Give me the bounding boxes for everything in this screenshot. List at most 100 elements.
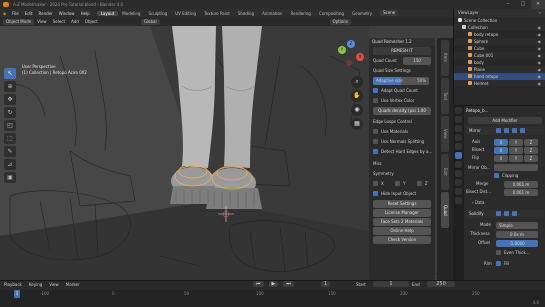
jump-start-button[interactable]: ⏮: [253, 281, 264, 287]
tab-tool-props[interactable]: [455, 107, 462, 114]
reset-settings-button[interactable]: Reset Settings: [373, 200, 431, 208]
tab-quad-remesher[interactable]: Quad: [441, 192, 449, 228]
bisect-x-toggle[interactable]: X: [494, 147, 508, 154]
bisect-distance-field[interactable]: 0.001 m: [504, 189, 538, 196]
menu-add[interactable]: Add: [68, 19, 82, 24]
outliner-item[interactable]: Sphere ◉: [454, 38, 545, 45]
data-subpanel[interactable]: › Data: [472, 200, 484, 205]
tab-uv-editing[interactable]: UV Editing: [171, 11, 200, 16]
eye-icon[interactable]: ◉: [538, 24, 542, 31]
use-vertex-color-checkbox[interactable]: Use Vertex Color: [369, 96, 435, 106]
mirror-modifier-header[interactable]: Mirror: [466, 127, 544, 135]
timeline-ruler[interactable]: 1 -100 0 50 100 150 200 250: [0, 290, 545, 299]
cursor-tool[interactable]: ⊕: [4, 81, 16, 92]
tab-modeling[interactable]: Modeling: [118, 11, 144, 16]
edge-loops-control-heading[interactable]: Edge Loops Control: [369, 117, 435, 127]
start-frame-field[interactable]: 1: [373, 281, 409, 287]
fill-checkbox[interactable]: Fill: [496, 260, 509, 267]
close-button[interactable]: ✕: [531, 0, 545, 9]
tab-animation[interactable]: Animation: [258, 11, 286, 16]
realtime-icon[interactable]: [512, 128, 517, 133]
maximize-button[interactable]: □: [516, 0, 530, 9]
add-modifier-button[interactable]: Add Modifier: [468, 117, 542, 124]
panel-header[interactable]: Quad Remesher 1.2: [369, 38, 435, 46]
menu-select[interactable]: Select: [50, 19, 68, 24]
ortho-toggle-button[interactable]: ▦: [351, 118, 363, 130]
outliner-item[interactable]: Cube.001 ◉: [454, 52, 545, 59]
keying-menu[interactable]: Keying: [29, 282, 42, 288]
tab-physics-props[interactable]: [455, 170, 462, 177]
menu-view[interactable]: View: [34, 19, 50, 24]
tab-constraints-props[interactable]: [455, 179, 462, 186]
merge-field[interactable]: 0.001 m: [504, 181, 538, 188]
current-frame-field[interactable]: 1: [321, 281, 331, 287]
tab-scene-props[interactable]: [455, 134, 462, 141]
face-sets-button[interactable]: Face Sets 2 Materials: [373, 218, 431, 226]
gizmo-neg-x[interactable]: [346, 60, 352, 66]
tab-shading[interactable]: Shading: [234, 11, 258, 16]
tab-layout[interactable]: Layout: [96, 10, 119, 16]
outliner-item[interactable]: Collection ◉: [454, 24, 545, 31]
eye-icon[interactable]: [504, 211, 509, 216]
menu-edit[interactable]: Edit: [22, 11, 36, 16]
tab-data-props[interactable]: [455, 188, 462, 195]
tab-tool[interactable]: Tool: [441, 78, 449, 114]
misc-heading[interactable]: Misc: [369, 159, 435, 169]
offset-field[interactable]: -1.0000: [496, 240, 538, 247]
eye-icon[interactable]: ◉: [538, 66, 542, 73]
navigation-gizmo[interactable]: X Y Z: [334, 40, 368, 74]
select-tool[interactable]: ↖: [4, 68, 16, 79]
realtime-icon[interactable]: [512, 211, 517, 216]
object-name[interactable]: Retopo_b...: [466, 108, 488, 113]
tab-material-props[interactable]: [455, 197, 462, 204]
flip-y-toggle[interactable]: Y: [509, 155, 523, 162]
gizmo-y-axis[interactable]: Y: [338, 46, 346, 54]
outliner-item[interactable]: Helmet ◉: [454, 80, 545, 87]
scale-tool[interactable]: ◰: [4, 120, 16, 131]
license-manager-button[interactable]: License Manager: [373, 209, 431, 217]
tab-view[interactable]: View: [441, 116, 449, 152]
mode-selector[interactable]: Object Mode: [3, 18, 35, 25]
thickness-field[interactable]: 0.0x m: [496, 231, 538, 238]
outliner-item[interactable]: hand retopo ◉: [454, 73, 545, 80]
quad-count-field[interactable]: 150: [403, 57, 431, 65]
detect-hard-edges-checkbox[interactable]: Detect Hard Edges by a...: [369, 147, 435, 157]
axis-y-toggle[interactable]: Y: [509, 139, 523, 146]
remesh-button[interactable]: REMESH IT: [373, 47, 431, 55]
pan-button[interactable]: ✋: [351, 90, 363, 102]
menu-file[interactable]: File: [9, 11, 22, 16]
eye-icon[interactable]: ◉: [538, 31, 542, 38]
menu-render[interactable]: Render: [36, 11, 56, 16]
tab-output-props[interactable]: [455, 125, 462, 132]
minimize-button[interactable]: –: [501, 0, 515, 9]
bisect-y-toggle[interactable]: Y: [509, 147, 523, 154]
tab-object-props[interactable]: [455, 143, 462, 150]
view-menu[interactable]: View: [49, 282, 59, 288]
menu-object[interactable]: Object: [82, 19, 101, 24]
eye-icon[interactable]: ◉: [538, 59, 542, 66]
adapt-quad-count-checkbox[interactable]: Adapt Quad Count: [369, 86, 435, 96]
tab-modifier-props[interactable]: [455, 152, 462, 159]
tab-rendering[interactable]: Rendering: [287, 11, 315, 16]
play-button[interactable]: ▶: [268, 281, 279, 287]
check-version-button[interactable]: Check Version: [373, 236, 431, 244]
search-icon[interactable]: ⌕: [539, 9, 541, 17]
mirror-object-field[interactable]: [494, 164, 538, 171]
symmetry-x-checkbox[interactable]: X: [373, 180, 384, 186]
flip-z-toggle[interactable]: Z: [524, 155, 538, 162]
axis-x-toggle[interactable]: X: [494, 139, 508, 146]
eye-icon[interactable]: ◉: [538, 73, 542, 80]
scene-selector[interactable]: Scene: [380, 10, 399, 16]
blender-menu-icon[interactable]: ◆: [0, 11, 9, 16]
zoom-button[interactable]: ⌕: [351, 76, 363, 88]
marker-menu[interactable]: Marker: [66, 282, 80, 288]
clipping-checkbox[interactable]: Clipping: [494, 172, 518, 179]
gizmo-z-axis[interactable]: Z: [347, 40, 355, 48]
jump-end-button[interactable]: ⏭: [283, 281, 294, 287]
tab-texture-paint[interactable]: Texture Paint: [200, 11, 234, 16]
scene-collection-row[interactable]: Scene Collection: [454, 17, 545, 24]
measure-tool[interactable]: ⊿: [4, 159, 16, 170]
eye-icon[interactable]: ◉: [538, 52, 542, 59]
outliner-item[interactable]: body retopo ◉: [454, 31, 545, 38]
use-materials-checkbox[interactable]: Use Materials: [369, 127, 435, 137]
